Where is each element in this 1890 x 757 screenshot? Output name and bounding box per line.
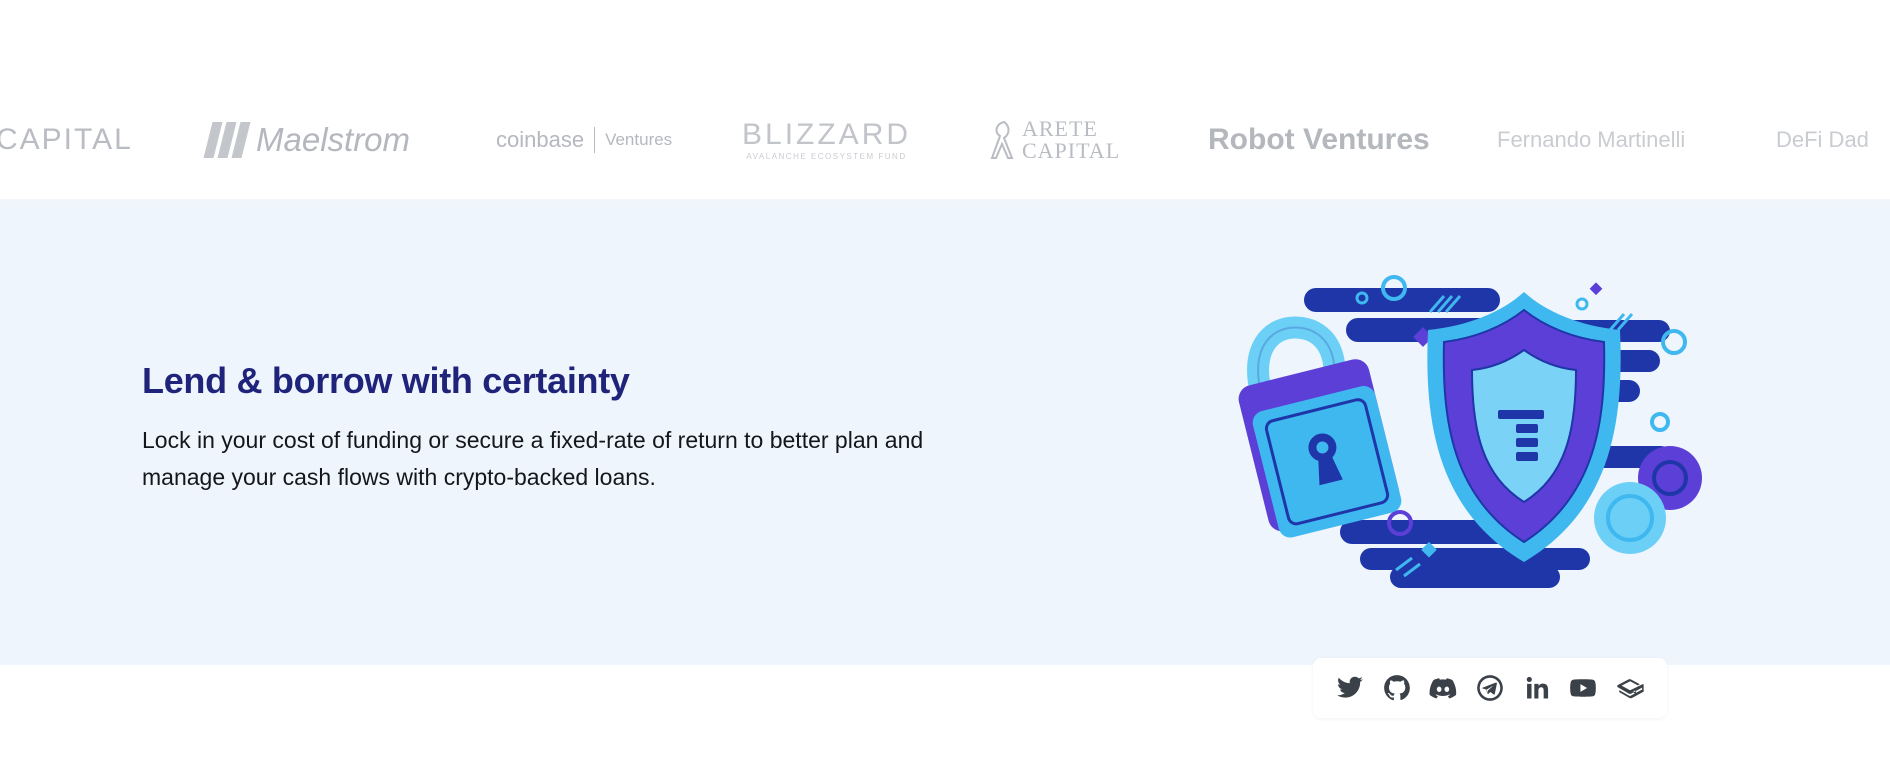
logo-coinbase-text: coinbase (496, 127, 585, 152)
partner-logos: CAPITAL Maelstrom coinbase Ventures BLIZ… (0, 100, 1890, 180)
logo-coinbase-ventures: coinbase Ventures (496, 100, 672, 180)
logo-fernando-martinelli: Fernando Martinelli (1497, 100, 1685, 180)
logo-defi-text: DeFi Dad (1776, 127, 1869, 152)
logo-defi-dad: DeFi Dad (1776, 100, 1869, 180)
logo-blizzard-sub: AVALANCHE ECOSYSTEM FUND (746, 151, 907, 161)
logo-arete-capital: ARETE CAPITAL (986, 100, 1120, 180)
twitter-icon[interactable] (1335, 673, 1365, 703)
gitbook-icon[interactable] (1615, 673, 1645, 703)
telegram-icon[interactable] (1475, 673, 1505, 703)
logo-robot-text: Robot Ventures (1208, 123, 1430, 156)
linkedin-icon[interactable] (1522, 673, 1552, 703)
logo-maelstrom: Maelstrom (203, 100, 411, 180)
security-illustration (1238, 275, 1702, 588)
logo-blizzard-text: BLIZZARD (742, 117, 912, 151)
arete-figure-icon (990, 120, 1014, 159)
hero-description: Lock in your cost of funding or secure a… (142, 427, 924, 490)
social-links-bar (1313, 658, 1667, 718)
logo-robot-ventures: Robot Ventures (1208, 100, 1430, 180)
padlock-icon (1238, 316, 1402, 538)
maelstrom-mark-icon (203, 122, 251, 158)
discord-icon[interactable] (1428, 673, 1458, 703)
logo-blizzard: BLIZZARD AVALANCHE ECOSYSTEM FUND (742, 100, 911, 180)
page: CAPITAL Maelstrom coinbase Ventures BLIZ… (0, 0, 1890, 757)
hero-title: Lend & borrow with certainty (142, 360, 630, 401)
github-icon[interactable] (1382, 673, 1412, 703)
youtube-icon[interactable] (1568, 673, 1598, 703)
logo-arete-line1: ARETE (1022, 116, 1098, 141)
logo-fernando-text: Fernando Martinelli (1497, 127, 1686, 152)
logo-maelstrom-text: Maelstrom (256, 121, 411, 158)
logo-coinbase-sub: Ventures (605, 130, 673, 149)
logo-divider (594, 127, 596, 153)
logo-arete-line2: CAPITAL (1022, 138, 1121, 163)
logo-capital-text: CAPITAL (0, 123, 133, 156)
logo-capital: CAPITAL (0, 100, 133, 180)
